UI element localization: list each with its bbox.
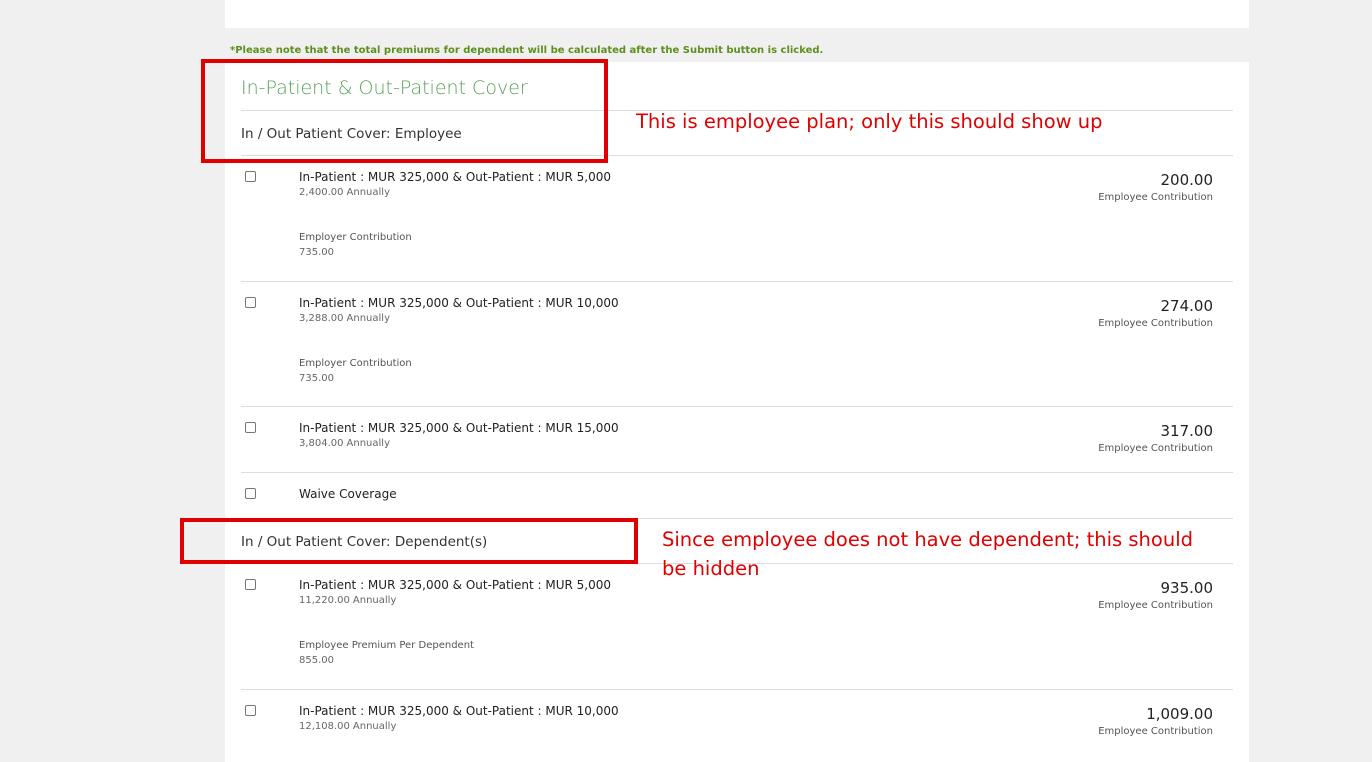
contribution-label: Employee Contribution	[1098, 318, 1213, 329]
extra-value: 735.00	[299, 373, 334, 384]
divider	[241, 689, 1233, 690]
plan-checkbox[interactable]	[245, 579, 256, 590]
waive-checkbox[interactable]	[245, 488, 256, 499]
annual-premium: 3,804.00 Annually	[299, 438, 390, 449]
top-panel	[225, 0, 1249, 28]
contribution-amount: 274.00	[1160, 297, 1214, 315]
plan-checkbox[interactable]	[245, 705, 256, 716]
annual-premium: 12,108.00 Annually	[299, 721, 397, 732]
extra-label: Employer Contribution	[299, 358, 412, 369]
plan-name: In-Patient : MUR 325,000 & Out-Patient :…	[299, 704, 619, 718]
annual-premium: 2,400.00 Annually	[299, 187, 390, 198]
contribution-amount: 200.00	[1160, 171, 1214, 189]
premium-note: *Please note that the total premiums for…	[230, 45, 824, 56]
contribution-label: Employee Contribution	[1098, 726, 1213, 737]
employee-highlight-box	[201, 59, 608, 163]
plan-checkbox[interactable]	[245, 422, 256, 433]
annual-premium: 3,288.00 Annually	[299, 313, 390, 324]
plan-name: In-Patient : MUR 325,000 & Out-Patient :…	[299, 578, 612, 592]
extra-value: 735.00	[299, 247, 334, 258]
plan-name: In-Patient : MUR 325,000 & Out-Patient :…	[299, 296, 619, 310]
waive-coverage-label: Waive Coverage	[299, 487, 397, 501]
contribution-label: Employee Contribution	[1098, 443, 1213, 454]
annual-premium: 11,220.00 Annually	[299, 595, 397, 606]
extra-label: Employer Contribution	[299, 232, 412, 243]
plan-name: In-Patient : MUR 325,000 & Out-Patient :…	[299, 421, 619, 435]
employee-annotation: This is employee plan; only this should …	[636, 110, 1103, 133]
plan-checkbox[interactable]	[245, 297, 256, 308]
extra-label: Employee Premium Per Dependent	[299, 640, 474, 651]
contribution-label: Employee Contribution	[1098, 192, 1213, 203]
contribution-amount: 1,009.00	[1146, 705, 1213, 723]
contribution-amount: 317.00	[1160, 422, 1214, 440]
plan-name: In-Patient : MUR 325,000 & Out-Patient :…	[299, 170, 612, 184]
contribution-label: Employee Contribution	[1098, 600, 1213, 611]
dependent-annotation: Since employee does not have dependent; …	[662, 528, 1194, 580]
dependent-highlight-box	[180, 518, 638, 564]
extra-value: 855.00	[299, 655, 334, 666]
divider	[241, 472, 1233, 473]
plan-checkbox[interactable]	[245, 171, 256, 182]
coverage-panel	[225, 62, 1249, 762]
divider	[241, 406, 1233, 407]
divider	[241, 281, 1233, 282]
